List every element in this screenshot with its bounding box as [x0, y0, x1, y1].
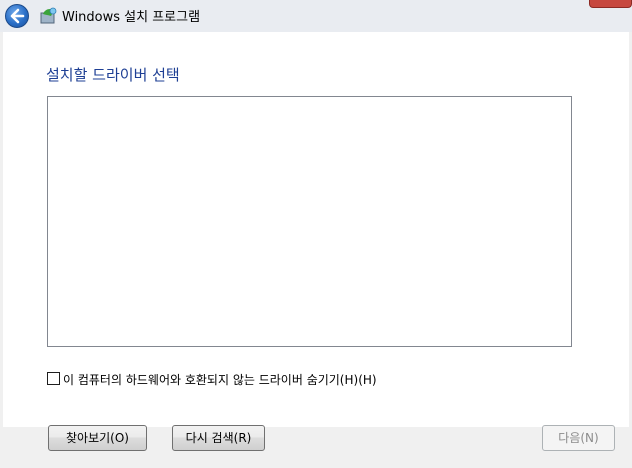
driver-list[interactable]	[47, 96, 572, 347]
windows-setup-icon	[38, 6, 58, 26]
browse-button[interactable]: 찾아보기(O)	[48, 425, 147, 451]
next-button[interactable]: 다음(N)	[542, 425, 615, 451]
back-arrow-icon	[10, 8, 25, 24]
hide-incompatible-checkbox[interactable]	[47, 372, 60, 385]
back-button[interactable]	[5, 4, 29, 28]
hide-incompatible-label: 이 컴퓨터의 하드웨어와 호환되지 않는 드라이버 숨기기(H)(H)	[63, 373, 377, 387]
window-title: Windows 설치 프로그램	[62, 10, 201, 25]
close-button[interactable]	[589, 0, 632, 8]
rescan-button[interactable]: 다시 검색(R)	[172, 425, 265, 451]
page-heading: 설치할 드라이버 선택	[46, 66, 180, 84]
title-bar: Windows 설치 프로그램	[0, 0, 632, 32]
